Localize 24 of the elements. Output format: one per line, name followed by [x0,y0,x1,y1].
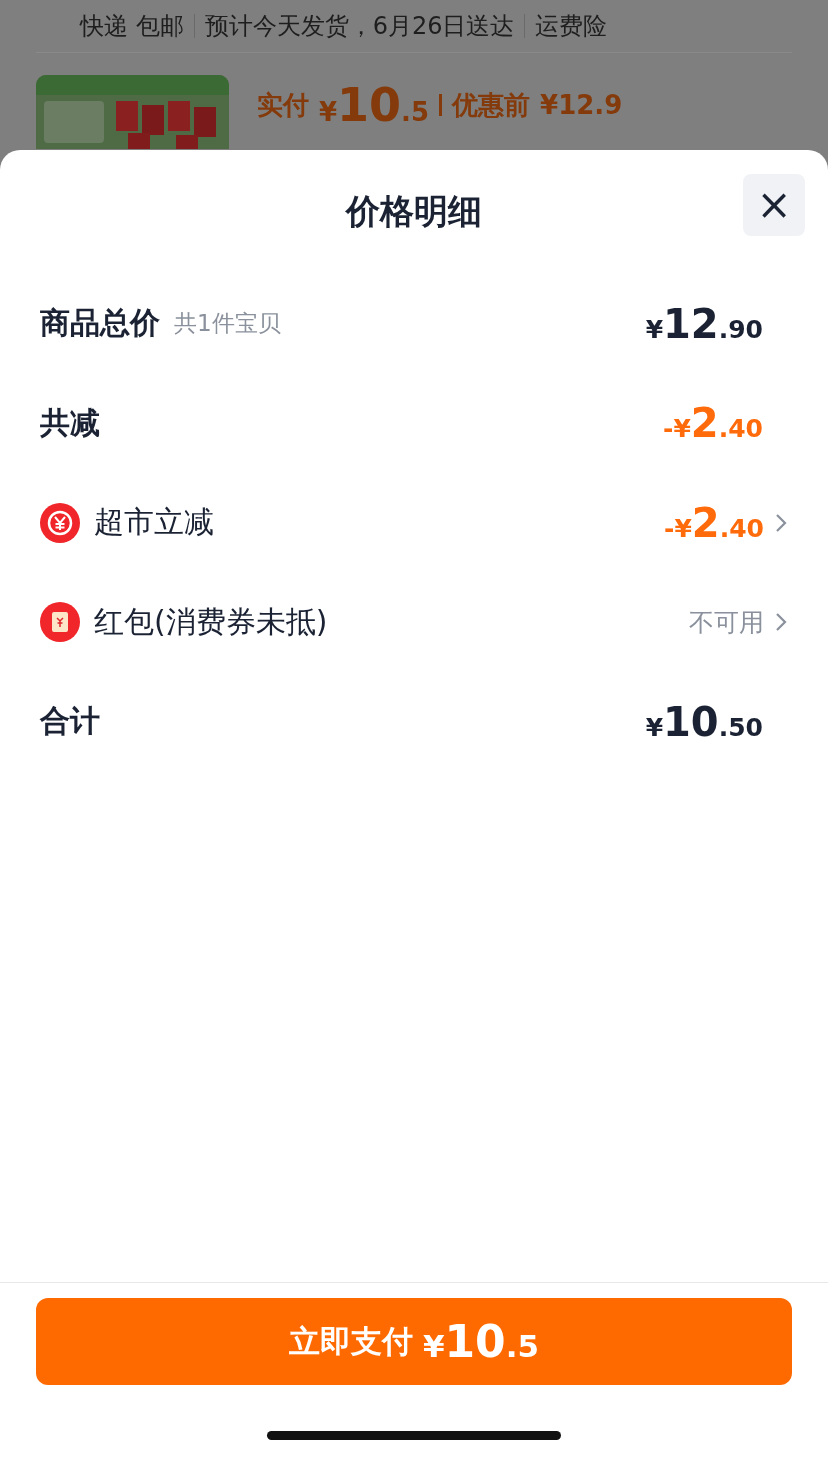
row-amount: ¥10.50 [645,698,763,745]
shipping-info: 运费险 [534,11,609,42]
close-button[interactable]: × [743,174,805,236]
row-amount: -¥2.40 [663,400,763,447]
row-label: 红包(消费券未抵) [94,602,328,641]
row-amount[interactable]: 不可用 [689,605,764,639]
sheet-title: 价格明细 [346,190,482,233]
original-label: 优惠前 [452,88,531,122]
chevron-right-icon[interactable] [774,511,788,534]
row-label: 商品总价 [40,304,160,343]
pay-now-button[interactable]: 立即支付 ¥10.5 [36,1298,792,1385]
shipping-info: 预计今天发货，6月26日送达 [203,11,516,42]
row-label: 超市立减 [94,503,214,542]
original-price: ¥12.9 [540,90,623,120]
yen-coin-icon [40,502,80,543]
paid-price: ¥10.5 [319,78,430,132]
row-amount: ¥12.90 [645,300,763,347]
envelope-icon [40,602,80,643]
shipping-info: 快递 包邮 [80,11,185,42]
row-label: 共减 [40,403,100,442]
row-amount[interactable]: -¥2.40 [664,499,764,546]
row-label: 合计 [40,702,100,741]
row-note: 共1件宝贝 [174,309,281,339]
paid-label: 实付 [257,88,309,122]
